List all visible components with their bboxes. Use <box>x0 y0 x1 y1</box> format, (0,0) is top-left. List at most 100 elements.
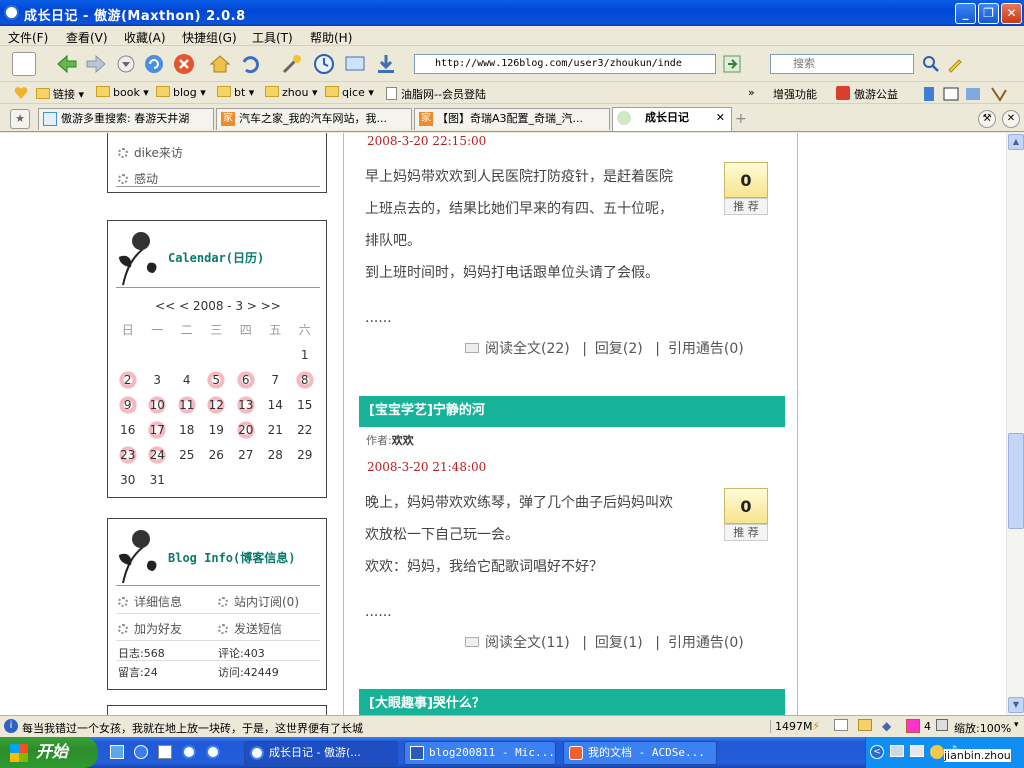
fav-links[interactable]: 链接 ▾ <box>36 86 84 102</box>
search-input[interactable]: 搜索 <box>770 54 914 74</box>
menu-file[interactable]: 文件(F) <box>8 29 48 46</box>
post-title-bar[interactable]: [宝宝学艺]宁静的河 <box>359 396 785 427</box>
flower-icon[interactable]: 23 <box>117 444 138 465</box>
calendar-day[interactable]: 8 <box>290 367 320 392</box>
reply-link[interactable]: 回复(2) <box>595 341 643 357</box>
flower-icon[interactable]: 17 <box>147 419 168 440</box>
calendar-day[interactable]: 2 <box>113 367 143 392</box>
charity-button[interactable]: 傲游公益 <box>836 86 898 102</box>
star-icon[interactable]: ★ <box>10 109 30 129</box>
tab-search[interactable]: 傲游多重搜索: 春游天井湖 <box>38 108 214 130</box>
forward-icon[interactable] <box>84 52 108 76</box>
calendar-day[interactable]: 24 <box>143 442 173 467</box>
recommend-button[interactable]: 推 荐 <box>724 524 768 541</box>
keyboard-icon[interactable] <box>910 745 924 757</box>
trackback-link[interactable]: 引用通告(0) <box>668 341 744 357</box>
highlight-icon[interactable] <box>946 55 964 73</box>
close-button[interactable]: ✕ <box>1001 3 1022 24</box>
link-moved[interactable]: 感动 <box>118 170 158 187</box>
menu-favorites[interactable]: 收藏(A) <box>124 29 166 46</box>
diamond-icon[interactable]: ◆ <box>882 719 891 733</box>
desktop-icon[interactable] <box>110 745 124 759</box>
back-icon[interactable] <box>55 52 79 76</box>
flower-icon[interactable]: 8 <box>294 369 315 390</box>
tab-growth-diary[interactable]: 成长日记 ✕ <box>612 107 732 131</box>
chevron-more-icon[interactable]: » <box>748 86 755 99</box>
stop-icon[interactable] <box>172 52 196 76</box>
tab-autohome[interactable]: 家汽车之家_我的汽车网站，我... <box>216 108 412 130</box>
calendar-day[interactable]: 20 <box>231 417 261 442</box>
minimize-button[interactable]: _ <box>955 3 976 24</box>
start-button[interactable]: 开始 <box>0 737 98 768</box>
zoom-dropdown-icon[interactable]: ▾ <box>1014 720 1019 730</box>
ie-icon[interactable] <box>134 745 148 759</box>
task-acdsee[interactable]: 我的文档 - ACDSe... <box>563 741 717 765</box>
flower-icon[interactable]: 12 <box>206 394 227 415</box>
search-icon[interactable] <box>922 55 940 73</box>
tabs-icon[interactable] <box>906 719 920 733</box>
calendar-day[interactable]: 9 <box>113 392 143 417</box>
history-icon[interactable] <box>312 52 336 76</box>
window-icon[interactable] <box>834 719 848 731</box>
flower-icon[interactable]: 5 <box>206 369 227 390</box>
new-tab-icon[interactable]: + <box>735 111 751 127</box>
read-full-link[interactable]: 阅读全文(22) <box>485 341 570 357</box>
task-maxthon[interactable]: 成长日记 - 傲游(... <box>244 741 398 765</box>
menu-groups[interactable]: 快捷组(G) <box>182 29 237 46</box>
favorites-heart-icon[interactable] <box>14 86 28 103</box>
link-details[interactable]: 详细信息 <box>118 593 182 610</box>
maximize-button[interactable]: ❐ <box>978 3 999 24</box>
calendar-day[interactable]: 6 <box>231 367 261 392</box>
tray-expand-icon[interactable]: < <box>870 745 884 759</box>
recommend-widget[interactable]: 0推 荐 <box>724 488 768 542</box>
tab-chery-a3[interactable]: 家【图】奇瑞A3配置_奇瑞_汽... <box>414 108 610 130</box>
calendar-day[interactable]: 13 <box>231 392 261 417</box>
calendar-day[interactable]: 12 <box>202 392 232 417</box>
post-title-bar[interactable]: [大眼趣事]哭什么？ <box>359 689 785 715</box>
link-subscribe[interactable]: 站内订阅(0) <box>218 593 299 610</box>
task-word[interactable]: blog200811 - Mic... <box>404 741 556 765</box>
menu-view[interactable]: 查看(V) <box>66 29 108 46</box>
go-button[interactable] <box>722 54 752 74</box>
network-icon[interactable] <box>890 745 904 757</box>
fav-qice[interactable]: qice ▾ <box>325 86 374 99</box>
address-bar[interactable]: http://www.126blog.com/user3/zhoukun/ind… <box>414 54 716 74</box>
scroll-down-arrow-icon[interactable]: ▼ <box>1008 697 1024 713</box>
dropdown-icon[interactable] <box>115 52 139 76</box>
flower-icon[interactable]: 20 <box>235 419 256 440</box>
close-all-icon[interactable]: ✕ <box>1002 110 1020 128</box>
recommend-button[interactable]: 推 荐 <box>724 198 768 215</box>
link-send-message[interactable]: 发送短信 <box>218 620 282 637</box>
fav-book[interactable]: book ▾ <box>96 86 149 99</box>
maxthon-icon[interactable] <box>182 745 196 759</box>
flower-icon[interactable]: 11 <box>176 394 197 415</box>
fav-oil-login[interactable]: 油脂网--会员登陆 <box>386 86 486 102</box>
link-dike-visit[interactable]: dike来访 <box>118 144 183 161</box>
enhance-button[interactable]: 增强功能 <box>773 86 817 102</box>
calendar-day[interactable]: 5 <box>202 367 232 392</box>
trackback-link[interactable]: 引用通告(0) <box>668 635 744 651</box>
fav-bt[interactable]: bt ▾ <box>217 86 254 99</box>
tools-icon[interactable] <box>280 52 304 76</box>
flower-icon[interactable]: 24 <box>147 444 168 465</box>
link-add-friend[interactable]: 加为好友 <box>118 620 182 637</box>
vertical-scrollbar[interactable]: ▲ ▼ <box>1006 133 1024 715</box>
calendar-day[interactable]: 17 <box>143 417 173 442</box>
shield-icon[interactable] <box>930 745 944 759</box>
flower-icon[interactable]: 6 <box>235 369 256 390</box>
flower-icon[interactable]: 10 <box>147 394 168 415</box>
recommend-widget[interactable]: 0推 荐 <box>724 162 768 216</box>
grid-icon[interactable] <box>936 719 948 731</box>
undo-icon[interactable] <box>238 52 262 76</box>
extra-toolbar-icons[interactable] <box>922 86 1012 105</box>
calendar-nav[interactable]: << < 2008 - 3 > >> <box>108 299 328 313</box>
reply-link[interactable]: 回复(1) <box>595 635 643 651</box>
menu-tools[interactable]: 工具(T) <box>252 29 293 46</box>
scroll-up-arrow-icon[interactable]: ▲ <box>1008 134 1024 150</box>
folder-icon[interactable] <box>858 719 872 731</box>
fav-blog[interactable]: blog ▾ <box>156 86 206 99</box>
tools-icon[interactable]: ⚒ <box>978 110 996 128</box>
new-page-icon[interactable] <box>12 52 36 76</box>
fav-zhou[interactable]: zhou ▾ <box>265 86 317 99</box>
calendar-day[interactable]: 10 <box>143 392 173 417</box>
